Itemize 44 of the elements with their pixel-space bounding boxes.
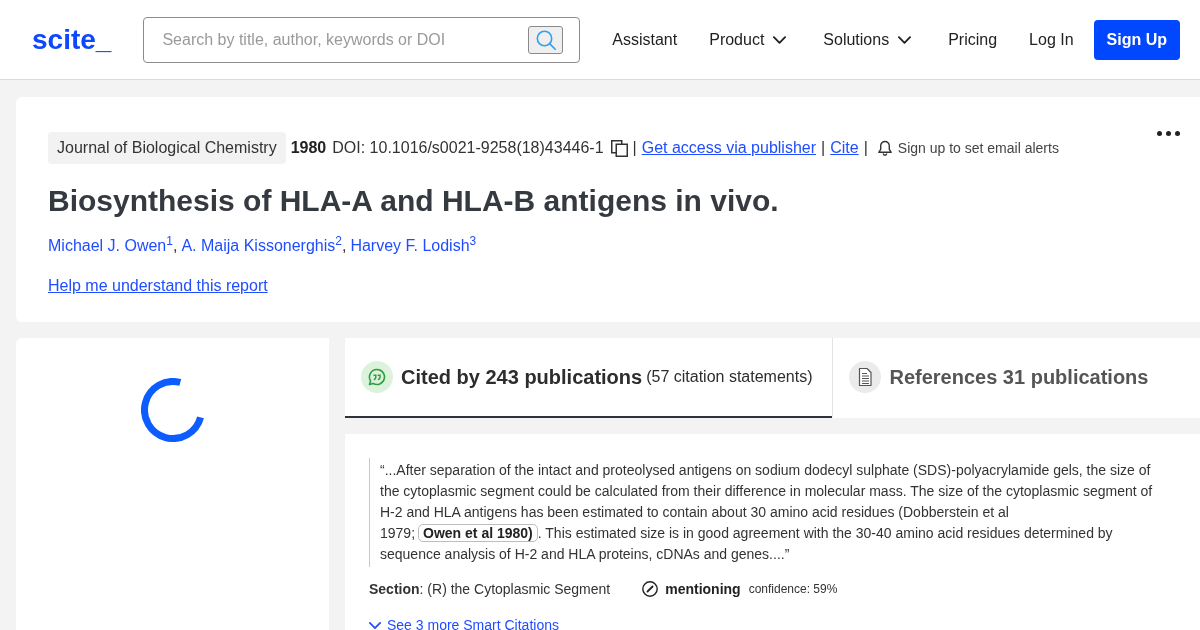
section-text: Section: (R) the Cytoplasmic Segment (369, 580, 611, 599)
bell-icon (877, 140, 892, 156)
publication-year: 1980 (290, 138, 327, 158)
author-link[interactable]: Michael J. Owen$^{1}$ (48, 234, 173, 258)
journal-tag: Journal of Biological Chemistry (48, 132, 286, 164)
search-button[interactable] (528, 25, 564, 54)
paper-link[interactable]: Cite (830, 136, 859, 160)
citation-quote: “...After separation of the intact and proteolysed antigens on sodium dodecyl sulphate (SDS)-polyacrylamide gels, the size of the cytoplasmic segment could be calculated from their difference in molecular mass. The size of the cytoplasmic segment of H-2 and HLA antigens has been estimated to contain about 30 amino acid residues (Dobberstein et al 1979; Owen et al 1980) . This estimated size is in good agreement with the 30-40 amino acid residues determined by sequence analysis of H-2 and HLA proteins, cDNAs and genes....” (369, 458, 1159, 567)
nav-menu[interactable]: Solutions (823, 27, 917, 52)
search-field[interactable]: Search by title, author, keywords or DOI (143, 16, 581, 63)
nav-link[interactable]: Assistant (612, 27, 678, 52)
spinner-icon (140, 378, 205, 442)
email-alert-button[interactable]: Sign up to set email alerts (877, 136, 1059, 160)
paper-link[interactable]: Get access via publisher (641, 136, 817, 160)
separator: | (632, 138, 637, 158)
sign-up-button[interactable]: Sign Up (1093, 19, 1180, 60)
separator: | (821, 138, 826, 158)
author-link[interactable]: Harvey F. Lodish$^{3}$ (350, 234, 477, 258)
copy-icon[interactable] (610, 139, 628, 157)
search-icon (535, 29, 556, 50)
paper-title: Biosynthesis of HLA-A and HLA-B antigens in vivo. (48, 183, 780, 219)
confidence-text: confidence: 59% (748, 581, 838, 598)
chevron-down-icon (369, 621, 381, 629)
author-link[interactable]: A. Maija Kissonerghis$^{2}$ (181, 234, 342, 258)
compass-icon (642, 581, 659, 597)
nav-link[interactable]: Pricing (948, 27, 998, 52)
help-link[interactable]: Help me understand this report (48, 274, 268, 298)
separator: | (863, 138, 868, 158)
nav-menu[interactable]: Product (709, 27, 792, 52)
doi-text: DOI: 10.1016/s0021-9258(18)43446-1 (332, 138, 604, 158)
more-citations-link[interactable]: See 3 more Smart Citations (369, 617, 559, 630)
tab[interactable]: References 31 publications (832, 338, 1200, 418)
chat-bubble-icon (361, 361, 393, 393)
citation-type: mentioning (665, 580, 741, 599)
chevron-down-icon (898, 35, 912, 44)
separator: , (172, 237, 178, 256)
more-icon[interactable] (1157, 131, 1180, 136)
logo[interactable]: scite_ (32, 23, 112, 56)
citation-link[interactable]: Owen et al 1980) (418, 524, 538, 542)
chevron-down-icon (773, 35, 787, 44)
separator: , (341, 237, 347, 256)
nav-link[interactable]: Log In (1029, 27, 1074, 52)
document-icon (849, 361, 882, 393)
tab[interactable]: Cited by 243 publications (57 citation statements) (345, 338, 833, 418)
